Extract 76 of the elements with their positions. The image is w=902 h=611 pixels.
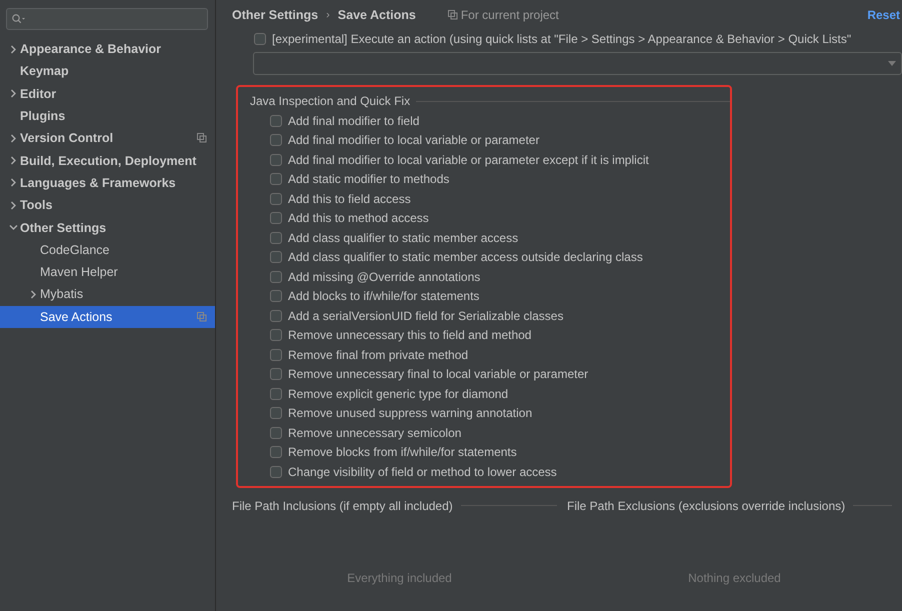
- search-field[interactable]: [6, 8, 208, 30]
- checkbox[interactable]: [270, 270, 282, 283]
- scope-label: For current project: [460, 8, 559, 22]
- chevron-right-icon[interactable]: [8, 156, 18, 166]
- option-label: Remove unused suppress warning annotation: [288, 406, 532, 420]
- option-label: Remove final from private method: [288, 348, 468, 362]
- checkbox[interactable]: [270, 251, 282, 264]
- option-label: Remove unnecessary semicolon: [288, 426, 462, 440]
- checkbox[interactable]: [270, 348, 282, 361]
- reset-link[interactable]: Reset: [867, 8, 902, 22]
- tree-item[interactable]: Keymap: [0, 60, 215, 83]
- dropdown-arrow-icon: [888, 61, 896, 66]
- chevron-down-icon[interactable]: [8, 223, 18, 232]
- checkbox[interactable]: [270, 426, 282, 439]
- breadcrumb-separator: ›: [326, 9, 330, 21]
- tree-item[interactable]: CodeGlance: [0, 238, 215, 261]
- chevron-right-icon[interactable]: [28, 290, 38, 299]
- chevron-right-icon[interactable]: [8, 134, 18, 143]
- tree-item[interactable]: Build, Execution, Deployment: [0, 149, 215, 172]
- project-scope-icon: [448, 10, 458, 20]
- tree-item[interactable]: Other Settings: [0, 216, 215, 239]
- tree-item[interactable]: Editor: [0, 82, 215, 105]
- option-label: [experimental] Execute an action (using quick lists at "File > Settings > Appearance & Behavior > Quick Lists": [272, 32, 852, 46]
- checkbox[interactable]: [270, 290, 282, 302]
- checkbox[interactable]: [270, 407, 282, 420]
- checkbox[interactable]: [254, 33, 266, 45]
- search-icon: [12, 14, 26, 24]
- section-title: Java Inspection and Quick Fix: [250, 94, 410, 108]
- checkbox[interactable]: [270, 446, 282, 458]
- chevron-right-icon[interactable]: [8, 178, 18, 188]
- checkbox[interactable]: [270, 388, 282, 400]
- tree-item[interactable]: Maven Helper: [0, 260, 215, 284]
- checkbox[interactable]: [270, 466, 282, 478]
- option-label: Add class qualifier to static member access: [288, 230, 518, 245]
- option-label: Add this to method access: [288, 211, 429, 226]
- checkbox[interactable]: [270, 329, 282, 342]
- option-label: Add blocks to if/while/for statements: [288, 289, 480, 304]
- option-label: Add final modifier to local variable or parameter: [288, 133, 540, 148]
- option-label: Change visibility of field or method to lower access: [288, 464, 557, 479]
- checkbox[interactable]: [270, 154, 282, 166]
- option-label: Add final modifier to local variable or parameter except if it is implicit: [288, 152, 649, 167]
- checkbox[interactable]: [270, 134, 282, 146]
- option-label: Remove unnecessary final to local variable or parameter: [288, 367, 588, 382]
- checkbox[interactable]: [270, 310, 282, 322]
- option-label: Add a serialVersionUID field for Serializable classes: [288, 308, 564, 323]
- empty-list-text: Everything included: [346, 570, 453, 584]
- option-label: Add static modifier to methods: [288, 172, 450, 186]
- tree-item[interactable]: Tools: [0, 194, 215, 216]
- breadcrumb-item: Save Actions: [338, 8, 416, 22]
- option-label: Remove unnecessary this to field and method: [288, 328, 532, 342]
- tree-item[interactable]: Version Control: [0, 127, 215, 150]
- option-label: Add class qualifier to static member access outside declaring class: [288, 250, 643, 264]
- chevron-right-icon[interactable]: [8, 89, 18, 98]
- checkbox[interactable]: [270, 232, 282, 244]
- chevron-right-icon[interactable]: [8, 44, 18, 54]
- breadcrumb-item: Other Settings: [232, 8, 318, 22]
- section-title: File Path Inclusions (if empty all included): [232, 498, 453, 512]
- empty-list-text: Nothing excluded: [687, 570, 782, 584]
- quick-list-dropdown[interactable]: [253, 52, 902, 75]
- option-label: Remove explicit generic type for diamond: [288, 386, 508, 401]
- checkbox[interactable]: [270, 192, 282, 205]
- checkbox[interactable]: [270, 173, 282, 186]
- option-label: Add missing @Override annotations: [288, 270, 480, 284]
- tree-item[interactable]: Mybatis: [0, 283, 215, 306]
- tree-item[interactable]: Save Actions: [0, 306, 215, 328]
- option-label: Add final modifier to field: [288, 114, 420, 128]
- checkbox[interactable]: [270, 114, 282, 127]
- tree-item[interactable]: Plugins: [0, 104, 215, 128]
- chevron-right-icon[interactable]: [8, 200, 18, 210]
- checkbox[interactable]: [270, 368, 282, 380]
- option-label: Remove blocks from if/while/for statements: [288, 445, 517, 460]
- section-title: File Path Exclusions (exclusions override inclusions): [567, 498, 846, 512]
- tree-item[interactable]: Languages & Frameworks: [0, 172, 215, 194]
- tree-item[interactable]: Appearance & Behavior: [0, 38, 215, 60]
- option-label: Add this to field access: [288, 192, 411, 206]
- checkbox[interactable]: [270, 212, 282, 224]
